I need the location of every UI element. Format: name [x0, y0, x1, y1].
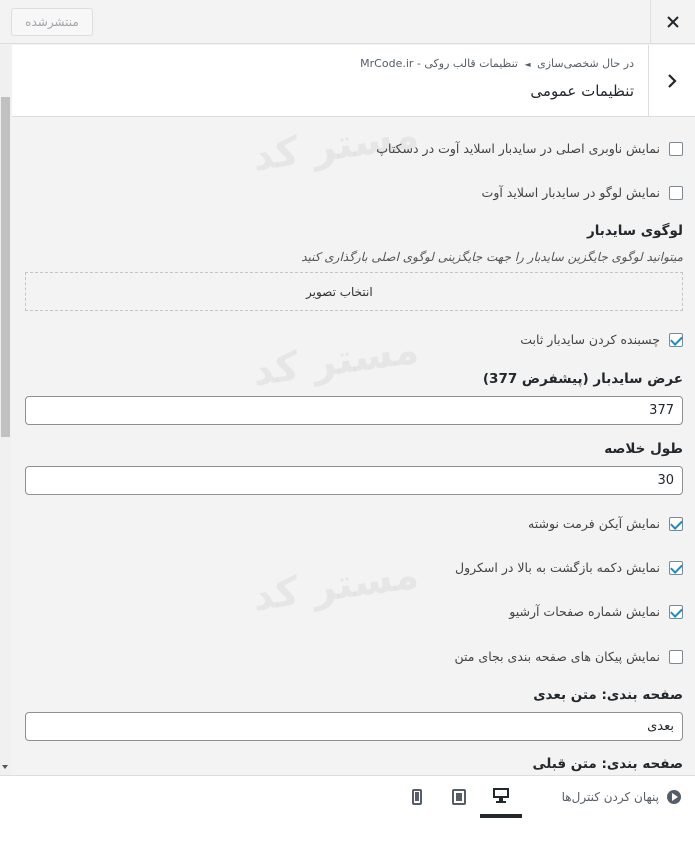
setting-pagination-arrows[interactable]: نمایش پیکان های صفحه بندی بجای متن — [454, 649, 683, 664]
checkbox-label: نمایش ناوبری اصلی در سایدبار اسلاید آوت … — [376, 141, 660, 156]
breadcrumb: در حال شخصی‌سازی ◄ تنظیمات قالب روکی - M… — [360, 57, 634, 70]
scrollbar[interactable] — [0, 45, 11, 775]
watermark-logo: مستر کد — [249, 326, 422, 396]
setting-sticky-sidebar[interactable]: چسبنده کردن سایدبار ثابت — [520, 332, 683, 347]
setting-back-to-top[interactable]: نمایش دکمه بازگشت به بالا در اسکرول — [455, 560, 683, 575]
next-text-title: صفحه بندی: متن بعدی — [533, 687, 683, 703]
sidebar-logo-description: میتوانید لوگوی جایگزین سایدبار را جهت جا… — [301, 250, 683, 264]
setting-post-format-icon[interactable]: نمایش آیکن فرمت نوشته — [528, 516, 683, 531]
checkbox[interactable] — [669, 516, 683, 531]
next-text-input[interactable] — [25, 712, 683, 741]
checkbox[interactable] — [669, 185, 683, 200]
sidebar-logo-title: لوگوی سایدبار — [586, 223, 683, 239]
checkbox-label: نمایش دکمه بازگشت به بالا در اسکرول — [455, 560, 660, 575]
play-icon — [667, 790, 681, 804]
scroll-down-arrow-icon[interactable] — [2, 765, 8, 769]
close-icon — [667, 16, 679, 28]
checkbox-label: چسبنده کردن سایدبار ثابت — [520, 332, 660, 347]
mobile-icon — [412, 789, 422, 805]
sidebar-width-title: عرض سایدبار (پیشفرض 377) — [482, 371, 683, 387]
checkbox[interactable] — [669, 560, 683, 575]
preview-tablet-button[interactable] — [438, 776, 480, 818]
hide-controls-button[interactable]: پنهان کردن کنترل‌ها — [562, 790, 681, 804]
tablet-icon — [452, 789, 466, 805]
checkbox[interactable] — [669, 604, 683, 619]
excerpt-length-input[interactable] — [25, 466, 683, 495]
customizer-topbar: منتشرشده — [0, 0, 695, 44]
close-customizer-button[interactable] — [650, 0, 695, 44]
setting-show-logo[interactable]: نمایش لوگو در سایدبار اسلاید آوت — [482, 185, 683, 200]
breadcrumb-section: تنظیمات قالب روکی - MrCode.ir — [360, 57, 518, 70]
checkbox-label: نمایش آیکن فرمت نوشته — [528, 516, 660, 531]
breadcrumb-separator-icon: ◄ — [524, 60, 531, 69]
chevron-right-icon — [668, 73, 677, 88]
checkbox-label: نمایش شماره صفحات آرشیو — [509, 604, 660, 619]
checkbox-label: نمایش لوگو در سایدبار اسلاید آوت — [481, 185, 660, 200]
checkbox[interactable] — [669, 141, 683, 156]
watermark-logo: مستر کد — [250, 762, 422, 775]
desktop-icon — [493, 788, 509, 803]
page-title: تنظیمات عمومی — [530, 82, 634, 100]
sidebar-logo-dropzone[interactable]: انتخاب تصویر — [25, 272, 683, 311]
hide-controls-label: پنهان کردن کنترل‌ها — [561, 790, 659, 804]
excerpt-length-title: طول خلاصه — [604, 441, 683, 457]
settings-panel: مستر کد مستر کد مستر کد مستر کد نمایش نا… — [12, 118, 695, 775]
section-header: در حال شخصی‌سازی ◄ تنظیمات قالب روکی - M… — [12, 45, 695, 117]
setting-archive-page-numbers[interactable]: نمایش شماره صفحات آرشیو — [509, 604, 683, 619]
preview-mobile-button[interactable] — [396, 776, 438, 818]
checkbox-label: نمایش پیکان های صفحه بندی بجای متن — [454, 649, 660, 664]
back-button[interactable] — [648, 45, 695, 116]
sidebar-width-input[interactable] — [25, 396, 683, 425]
publish-button[interactable]: منتشرشده — [11, 8, 93, 36]
watermark-logo: مستر کد — [249, 551, 422, 621]
breadcrumb-customizing: در حال شخصی‌سازی — [537, 57, 634, 70]
customizer-footer: پنهان کردن کنترل‌ها — [0, 775, 695, 846]
checkbox[interactable] — [669, 649, 683, 664]
checkbox[interactable] — [669, 332, 683, 347]
preview-desktop-button[interactable] — [480, 776, 522, 818]
setting-show-primary-nav[interactable]: نمایش ناوبری اصلی در سایدبار اسلاید آوت … — [376, 141, 683, 156]
prev-text-title: صفحه بندی: متن قبلی — [532, 756, 683, 772]
scrollbar-thumb[interactable] — [1, 97, 10, 437]
select-image-button[interactable]: انتخاب تصویر — [306, 285, 373, 299]
